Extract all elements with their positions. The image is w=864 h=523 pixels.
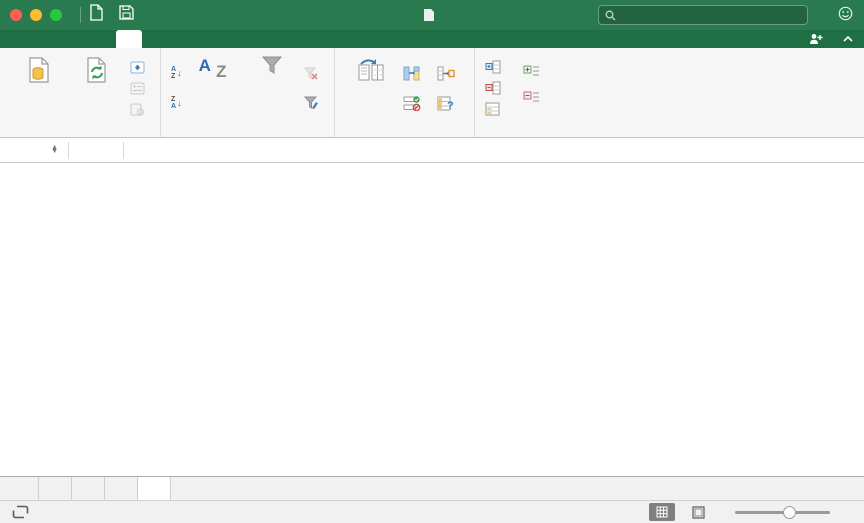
normal-view-button[interactable]: [649, 503, 675, 521]
divider: [68, 141, 69, 159]
excel-window: A Z ↓ Z A ↓ AZ ? ▲ ▼: [0, 0, 864, 523]
sheet-tab-osaka[interactable]: [39, 477, 72, 500]
page-layout-view-button[interactable]: [685, 503, 711, 521]
sort-button[interactable]: AZ: [188, 54, 240, 85]
zoom-slider[interactable]: [735, 505, 830, 519]
window-controls: [0, 9, 72, 21]
search-field[interactable]: [598, 5, 808, 25]
edit-links-icon: [130, 103, 144, 115]
share-person-icon: [810, 34, 823, 44]
svg-text:?: ?: [447, 100, 454, 111]
status-bar: [0, 500, 864, 523]
text-to-columns-icon: [358, 59, 384, 81]
show-detail-button[interactable]: [523, 65, 540, 78]
subtotal-icon: [485, 102, 500, 116]
document-icon: [424, 9, 434, 21]
what-if-analysis-button[interactable]: ?: [437, 94, 464, 112]
sheet-tab-heikin[interactable]: [138, 477, 171, 500]
document-title-area: [423, 0, 441, 30]
ungroup-icon: [485, 81, 501, 95]
clear-filter-button: [303, 64, 324, 82]
ribbon-tab-strip: [0, 30, 864, 48]
group-icon: [485, 60, 501, 74]
sheet-tab-nagoya[interactable]: [105, 477, 138, 500]
share-button[interactable]: [809, 33, 828, 45]
ribbon-group-outline: [473, 48, 550, 137]
formula-bar: ▲ ▼: [0, 138, 864, 163]
tab-home[interactable]: [12, 30, 38, 48]
tab-insert[interactable]: [38, 30, 64, 48]
ribbon: A Z ↓ Z A ↓ AZ ?: [0, 48, 864, 138]
quick-access-toolbar: [89, 4, 185, 26]
refresh-all-icon: [87, 57, 106, 83]
advanced-filter-icon: [303, 96, 318, 110]
external-data-icon: [29, 57, 49, 83]
properties-icon: [130, 82, 145, 94]
tab-review[interactable]: [142, 30, 168, 48]
what-if-analysis-icon: ?: [437, 96, 454, 111]
collapse-ribbon-button[interactable]: [842, 35, 854, 43]
divider: [80, 7, 81, 23]
clear-filter-icon: [303, 67, 318, 80]
new-document-button[interactable]: [89, 4, 104, 26]
search-icon: [605, 10, 616, 20]
filter-button[interactable]: [246, 54, 298, 77]
remove-duplicates-button[interactable]: [403, 64, 431, 82]
subtotal-button[interactable]: [485, 100, 511, 118]
hide-detail-button[interactable]: [523, 91, 540, 104]
ribbon-group-connections: [4, 48, 160, 137]
divider: [123, 141, 124, 159]
add-sheet-button[interactable]: [171, 477, 207, 500]
zoom-window-button[interactable]: [50, 9, 62, 21]
connections-button[interactable]: [130, 58, 150, 76]
ungroup-button[interactable]: [485, 79, 511, 97]
worksheet-grid[interactable]: [0, 163, 864, 476]
zoom-slider-thumb[interactable]: [783, 505, 796, 519]
connections-icon: [130, 61, 145, 73]
name-box[interactable]: ▲ ▼: [0, 144, 62, 155]
edit-links-button: [130, 100, 150, 118]
sheet-tab-tokyo[interactable]: [72, 477, 105, 500]
feedback-button[interactable]: [838, 6, 856, 21]
smiley-icon: [838, 6, 853, 21]
properties-button: [130, 79, 150, 97]
tab-view[interactable]: [168, 30, 194, 48]
ribbon-group-sort-filter: A Z ↓ Z A ↓ AZ: [160, 48, 334, 137]
minimize-window-button[interactable]: [30, 9, 42, 21]
page-layout-icon: [691, 505, 705, 519]
name-box-stepper[interactable]: ▲ ▼: [51, 144, 58, 155]
remove-duplicates-icon: [403, 66, 420, 80]
filter-icon: [261, 56, 282, 74]
sheet-tab-bar: [0, 476, 864, 500]
title-bar: [0, 0, 864, 30]
data-validation-icon: [403, 95, 420, 111]
data-validation-button[interactable]: [403, 94, 431, 112]
sort-icon: AZ: [198, 56, 227, 81]
advanced-filter-button[interactable]: [303, 94, 324, 112]
refresh-all-button[interactable]: [72, 54, 124, 101]
new-document-icon: [90, 4, 103, 21]
group-button[interactable]: [485, 58, 511, 76]
sort-az-button[interactable]: A Z ↓: [171, 65, 182, 81]
consolidate-icon: [437, 66, 455, 80]
get-external-data-button[interactable]: [14, 54, 66, 101]
save-icon: [119, 5, 134, 20]
status-mode-icon[interactable]: [12, 505, 29, 519]
tab-page-layout[interactable]: [64, 30, 90, 48]
text-to-columns-button[interactable]: [345, 54, 397, 99]
tab-data[interactable]: [116, 30, 142, 48]
sort-za-button[interactable]: Z A ↓: [171, 95, 182, 111]
ribbon-group-data-tools: ?: [333, 48, 474, 137]
close-window-button[interactable]: [10, 9, 22, 21]
consolidate-button[interactable]: [437, 64, 464, 82]
grid-view-icon: [656, 506, 668, 518]
tab-formulas[interactable]: [90, 30, 116, 48]
save-button[interactable]: [119, 5, 134, 25]
